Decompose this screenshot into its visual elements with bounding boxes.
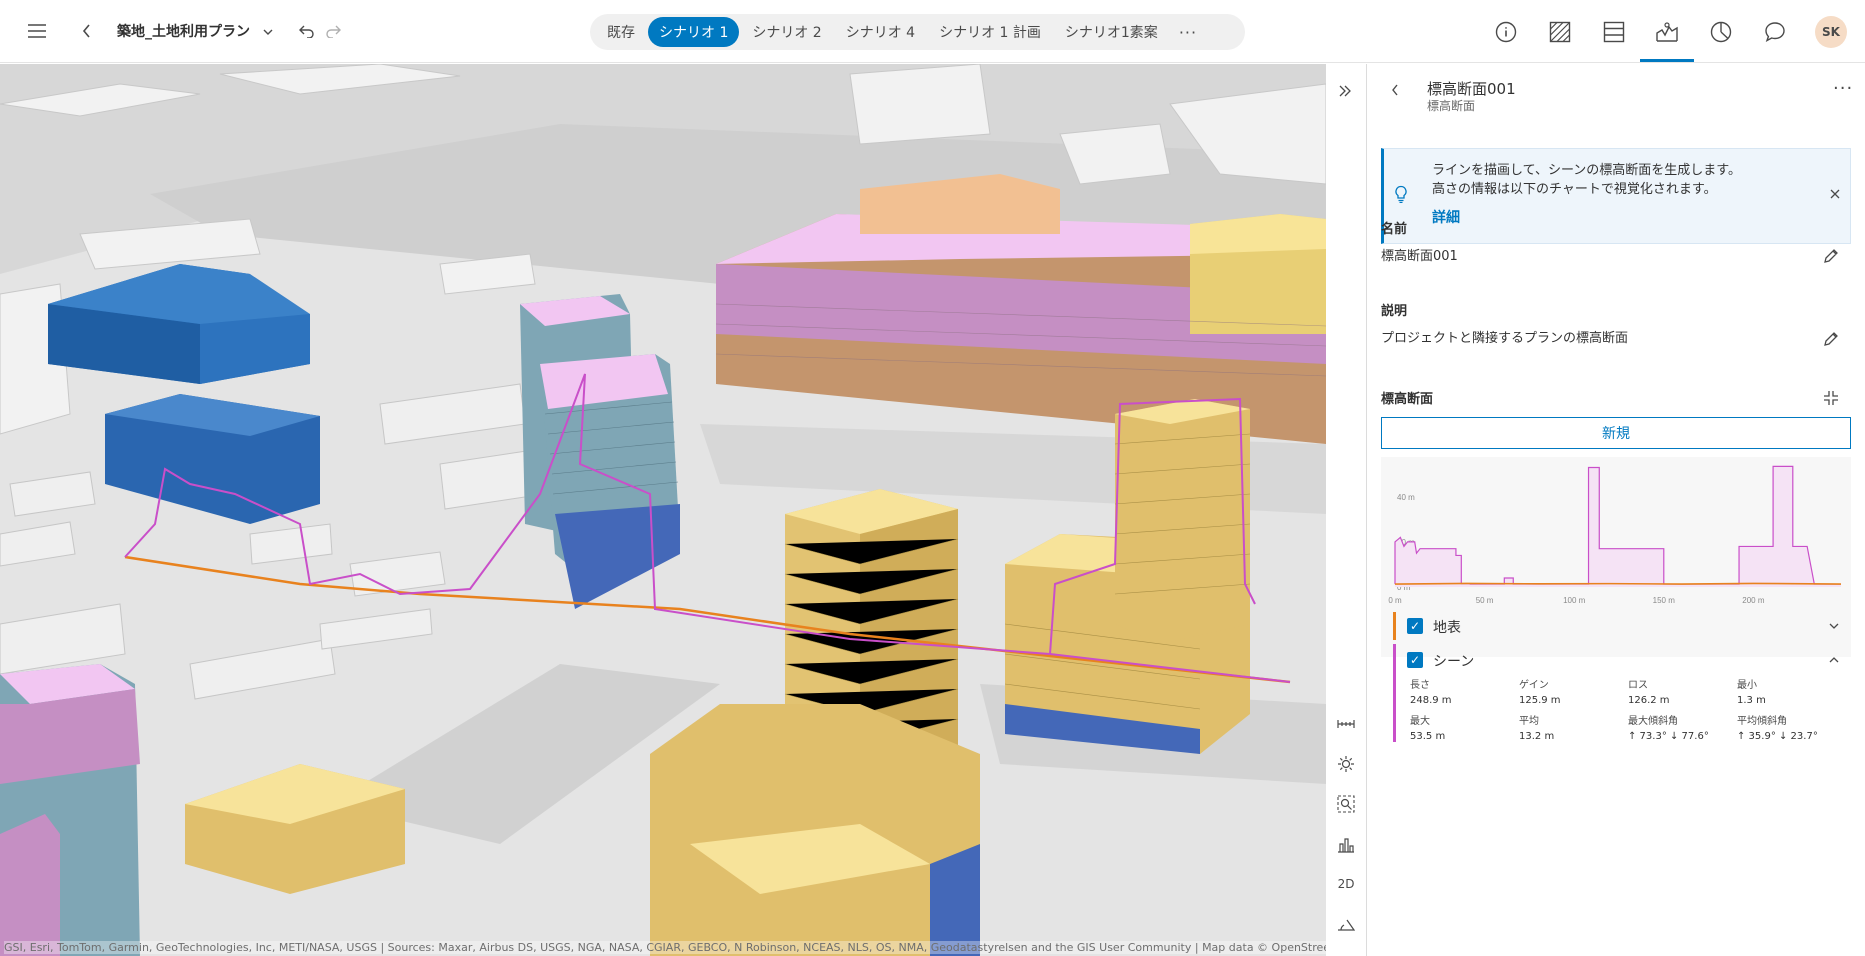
chevron-down-icon[interactable] [263, 24, 273, 40]
description-value: プロジェクトと隣接するプランの標高断面 [1381, 331, 1629, 346]
layers-table-icon[interactable] [1596, 14, 1632, 50]
new-profile-button[interactable]: 新規 [1381, 417, 1851, 449]
stat-value: 1.3 m [1737, 695, 1766, 706]
close-icon[interactable] [1830, 187, 1840, 203]
tab-scenario-2[interactable]: シナリオ 2 [741, 17, 832, 47]
top-bar: 築地_土地利用プラン 既存 シナリオ 1 シナリオ 2 シナリオ 4 シナリオ … [0, 0, 1865, 63]
info-notice: ラインを描画して、シーンの標高断面を生成します。 高さの情報は以下のチャートで視… [1381, 148, 1851, 244]
elevation-profile-panel: 標高断面001 標高断面 ··· ラインを描画して、シーンの標高断面を生成します… [1366, 64, 1865, 956]
scene-profile-area [1395, 466, 1841, 587]
tab-scenario-1[interactable]: シナリオ 1 [648, 17, 740, 47]
lightbulb-icon [1394, 185, 1408, 207]
chevron-down-icon[interactable] [1829, 619, 1839, 633]
elevation-profile-icon[interactable] [1649, 14, 1685, 50]
zoom-search-icon[interactable] [1332, 790, 1360, 818]
stat-avg-slope: 平均傾斜角 ↑ 35.9° ↓ 23.7° [1737, 712, 1837, 742]
stat-value: ↑ 73.3° ↓ 77.6° [1628, 731, 1709, 742]
x-tick-label: 100 m [1563, 596, 1586, 605]
redo-icon[interactable] [318, 16, 348, 46]
stat-max: 最大 53.5 m [1410, 712, 1510, 742]
stat-key: 平均傾斜角 [1737, 716, 1787, 727]
tab-scenario-existing[interactable]: 既存 [596, 17, 646, 47]
stat-key: ゲイン [1519, 680, 1549, 691]
map-attribution[interactable]: GSI, Esri, TomTom, Garmin, GeoTechnologi… [4, 941, 1326, 954]
stat-key: 平均 [1519, 716, 1539, 727]
scene-side-rail [1326, 64, 1366, 956]
stat-length: 長さ 248.9 m [1410, 676, 1510, 706]
notice-line-1: ラインを描画して、シーンの標高断面を生成します。 [1432, 163, 1742, 178]
tab-scenario-1-draft[interactable]: シナリオ1素案 [1054, 17, 1169, 47]
stat-value: 53.5 m [1410, 731, 1446, 742]
notice-text: ラインを描画して、シーンの標高断面を生成します。 高さの情報は以下のチャートで視… [1432, 161, 1741, 199]
ground-checkbox[interactable]: ✓ [1407, 618, 1423, 634]
scene-checkbox[interactable]: ✓ [1407, 652, 1423, 668]
stat-loss: ロス 126.2 m [1628, 676, 1728, 706]
name-value: 標高断面001 [1381, 249, 1458, 264]
stat-key: 長さ [1410, 680, 1430, 691]
analysis-pie-icon[interactable] [1703, 14, 1739, 50]
stat-value: 126.2 m [1628, 695, 1670, 706]
tab-scenario-4[interactable]: シナリオ 4 [835, 17, 926, 47]
stat-key: 最大 [1410, 716, 1430, 727]
fullscreen-collapse-icon[interactable] [1823, 390, 1841, 408]
basemap-bars-icon[interactable] [1332, 830, 1360, 858]
panel-subtitle: 標高断面 [1427, 99, 1476, 113]
info-icon[interactable] [1488, 14, 1524, 50]
x-tick-label: 0 m [1388, 596, 1402, 605]
stat-value: ↑ 35.9° ↓ 23.7° [1737, 731, 1818, 742]
stat-value: 13.2 m [1519, 731, 1555, 742]
collapse-panel-icon[interactable] [1334, 80, 1356, 102]
edit-name-icon[interactable] [1823, 248, 1841, 266]
scene-view[interactable]: GSI, Esri, TomTom, Garmin, GeoTechnologi… [0, 64, 1326, 956]
panel-title: 標高断面001 [1427, 80, 1516, 98]
notice-line-2: 高さの情報は以下のチャートで視覚化されます。 [1432, 182, 1717, 197]
active-tool-indicator [1640, 59, 1694, 62]
project-title[interactable]: 築地_土地利用プラン [117, 21, 273, 41]
scene-label: シーン [1433, 654, 1475, 670]
stat-gain: ゲイン 125.9 m [1519, 676, 1619, 706]
back-chevron-icon[interactable] [72, 16, 102, 46]
ground-profile-line[interactable] [1394, 582, 1842, 585]
description-label: 説明 [1381, 304, 1408, 319]
edit-description-icon[interactable] [1823, 331, 1841, 349]
profile-label: 標高断面 [1381, 392, 1434, 407]
x-tick-label: 200 m [1742, 596, 1765, 605]
legend-scene-row[interactable]: ✓ シーン 長さ 248.9 m ゲイン 125.9 m ロス 126.2 m … [1381, 644, 1851, 744]
chevron-up-icon[interactable] [1829, 653, 1839, 667]
menu-icon[interactable] [22, 16, 52, 46]
stat-max-slope: 最大傾斜角 ↑ 73.3° ↓ 77.6° [1628, 712, 1728, 742]
daylight-icon[interactable] [1332, 750, 1360, 778]
tab-scenario-1-plan[interactable]: シナリオ 1 計画 [928, 17, 1052, 47]
y-tick-label: 40 m [1397, 493, 1415, 502]
stat-key: 最小 [1737, 680, 1757, 691]
name-label: 名前 [1381, 222, 1408, 237]
stat-key: ロス [1628, 680, 1648, 691]
stat-value: 125.9 m [1519, 695, 1561, 706]
x-tick-label: 50 m [1476, 596, 1494, 605]
ground-color-swatch [1393, 612, 1396, 640]
scene-canvas[interactable] [0, 64, 1326, 956]
x-tick-label: 150 m [1653, 596, 1676, 605]
measure-icon[interactable] [1332, 710, 1360, 738]
scenario-switcher: 既存 シナリオ 1 シナリオ 2 シナリオ 4 シナリオ 1 計画 シナリオ1素… [590, 14, 1245, 50]
more-scenarios-icon[interactable]: ··· [1179, 23, 1197, 42]
ground-label: 地表 [1433, 620, 1461, 636]
stat-average: 平均 13.2 m [1519, 712, 1619, 742]
comments-icon[interactable] [1757, 14, 1793, 50]
legend-ground-row[interactable]: ✓ 地表 [1381, 612, 1851, 640]
hatch-pattern-icon[interactable] [1542, 14, 1578, 50]
toggle-2d-button[interactable]: 2D [1332, 870, 1360, 898]
tilt-icon[interactable] [1332, 910, 1360, 938]
back-chevron-icon[interactable] [1385, 80, 1405, 100]
stat-value: 248.9 m [1410, 695, 1452, 706]
avatar[interactable]: SK [1815, 16, 1847, 48]
notice-details-link[interactable]: 詳細 [1432, 207, 1460, 227]
stat-key: 最大傾斜角 [1628, 716, 1678, 727]
panel-more-icon[interactable]: ··· [1833, 78, 1853, 99]
scene-color-swatch [1393, 644, 1396, 742]
stat-min: 最小 1.3 m [1737, 676, 1837, 706]
